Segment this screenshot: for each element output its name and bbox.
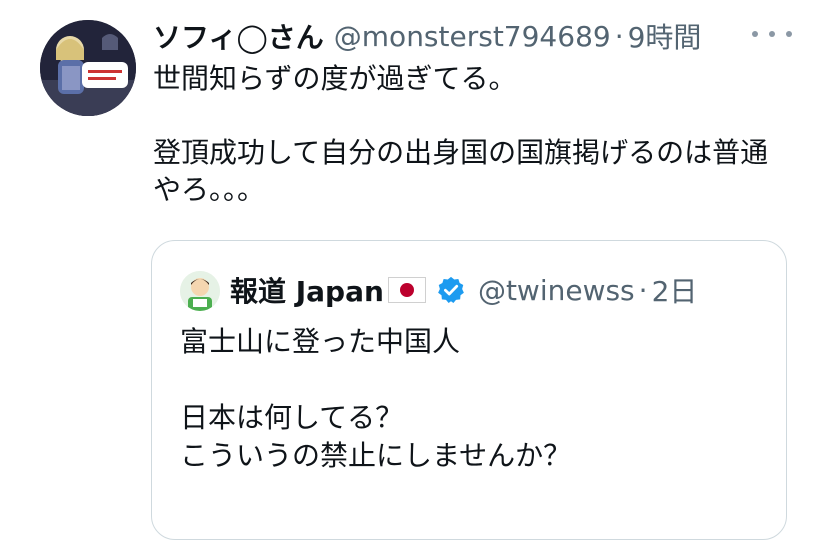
more-options-icon[interactable] [752,20,792,48]
more-dot [786,31,792,37]
author-handle[interactable]: @monsterst794689 [334,20,611,53]
more-dot [769,31,775,37]
quoted-avatar-image [180,271,220,311]
avatar-image [40,20,136,116]
author-avatar[interactable] [40,20,136,116]
quoted-author-name[interactable]: 報道 Japan [230,270,384,310]
tweet-header: ソフィ◯さん @monsterst794689 · 9時間 [153,14,701,58]
quoted-author-handle[interactable]: @twinewss [478,274,635,307]
quoted-author-avatar[interactable] [180,271,220,311]
quoted-tweet-header: 報道 Japan @twinewss · 2日 [230,267,697,313]
author-name[interactable]: ソフィ◯さん [153,16,324,56]
more-dot [752,31,758,37]
tweet-timestamp[interactable]: 9時間 [628,16,702,56]
japan-flag-icon [387,277,426,303]
verified-badge-icon [438,276,464,303]
quoted-header-separator: · [638,273,648,307]
quoted-tweet-timestamp[interactable]: 2日 [652,270,698,310]
quoted-tweet[interactable]: 報道 Japan @twinewss · 2日 富士山に登った中国人 日本は何し… [151,240,787,540]
quoted-tweet-text: 富士山に登った中国人 日本は何してる？ こういうの禁止にしませんか？ [180,325,572,472]
tweet-text: 世間知らずの度が過ぎてる。 登頂成功して自分の出身国の国旗掲げるのは普通やろ。。… [153,62,769,206]
header-separator: · [614,19,624,53]
